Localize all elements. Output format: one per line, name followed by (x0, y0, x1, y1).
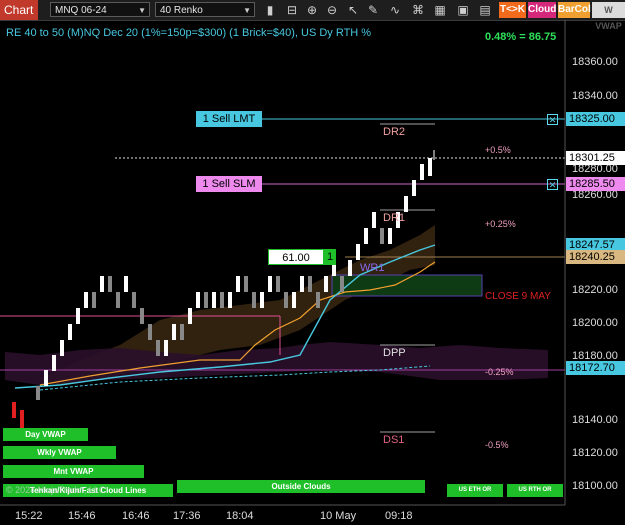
sell-lmt-price-label: 18325.00 (566, 112, 625, 126)
order-qty-box[interactable]: 1 (324, 249, 336, 265)
minus-025-label: -0.25% (485, 367, 514, 377)
us-rth-or-button[interactable]: US RTH OR (507, 484, 563, 497)
time-tick: 09:18 (385, 510, 413, 522)
price-tick: 18100.00 (572, 480, 618, 492)
wkly-vwap-button[interactable]: Wkly VWAP (3, 446, 116, 459)
sell-slm-order[interactable]: 1 Sell SLM (196, 176, 262, 192)
close-label: CLOSE 9 MAY (485, 291, 551, 302)
price-tick: 18360.00 (572, 56, 618, 68)
day-vwap-button[interactable]: Day VWAP (3, 428, 88, 441)
copyright-text: © 2024 NinjaTrader, LLC (6, 485, 106, 495)
time-tick: 10 May (320, 510, 357, 522)
sell-slm-price-label: 18285.50 (566, 177, 625, 191)
chart-title: RE 40 to 50 (M)NQ Dec 20 (1%=150p=$300) … (6, 27, 372, 39)
time-tick: 18:04 (226, 510, 254, 522)
us-eth-or-button[interactable]: US ETH OR (447, 484, 503, 497)
dpp-label: DPP (383, 347, 406, 359)
order-price-box[interactable]: 61.00 (268, 249, 324, 265)
price-tick: 18340.00 (572, 90, 618, 102)
outside-clouds-button[interactable]: Outside Clouds (177, 480, 425, 493)
mnt-vwap-button[interactable]: Mnt VWAP (3, 465, 144, 478)
time-tick: 15:22 (15, 510, 43, 522)
cancel-sell-lmt-icon[interactable]: ✕ (547, 114, 558, 125)
wr1-label: WR1 (360, 262, 385, 274)
time-tick: 15:46 (68, 510, 96, 522)
percent-stat: 0.48% = 86.75 (485, 31, 557, 43)
minus-05-label: -0.5% (485, 440, 509, 450)
last-price-label: 18301.25 (566, 151, 625, 165)
price-tick: 18140.00 (572, 414, 618, 426)
sell-lmt-order[interactable]: 1 Sell LMT (196, 111, 262, 127)
ask-level-label: 18240.25 (566, 250, 625, 264)
price-tick: 18220.00 (572, 284, 618, 296)
dr1-label: DR1 (383, 212, 406, 224)
price-tick: 18120.00 (572, 447, 618, 459)
chart-window: Chart MNQ 06-24 ▼ 40 Renko ▼ ▮ ⊟ ⊕ ⊖ ↖ ✎… (0, 0, 625, 525)
cancel-sell-slm-icon[interactable]: ✕ (547, 179, 558, 190)
vwap-level-label: 18172.70 (566, 361, 625, 375)
dr2-label: DR2 (383, 126, 406, 138)
plus-025-label: +0.25% (485, 219, 516, 229)
time-tick: 17:36 (173, 510, 201, 522)
price-tick: 18200.00 (572, 317, 618, 329)
cloud-purple (5, 342, 548, 385)
plus-05-label: +0.5% (485, 145, 511, 155)
time-tick: 16:46 (122, 510, 150, 522)
ds1-label: DS1 (383, 434, 405, 446)
